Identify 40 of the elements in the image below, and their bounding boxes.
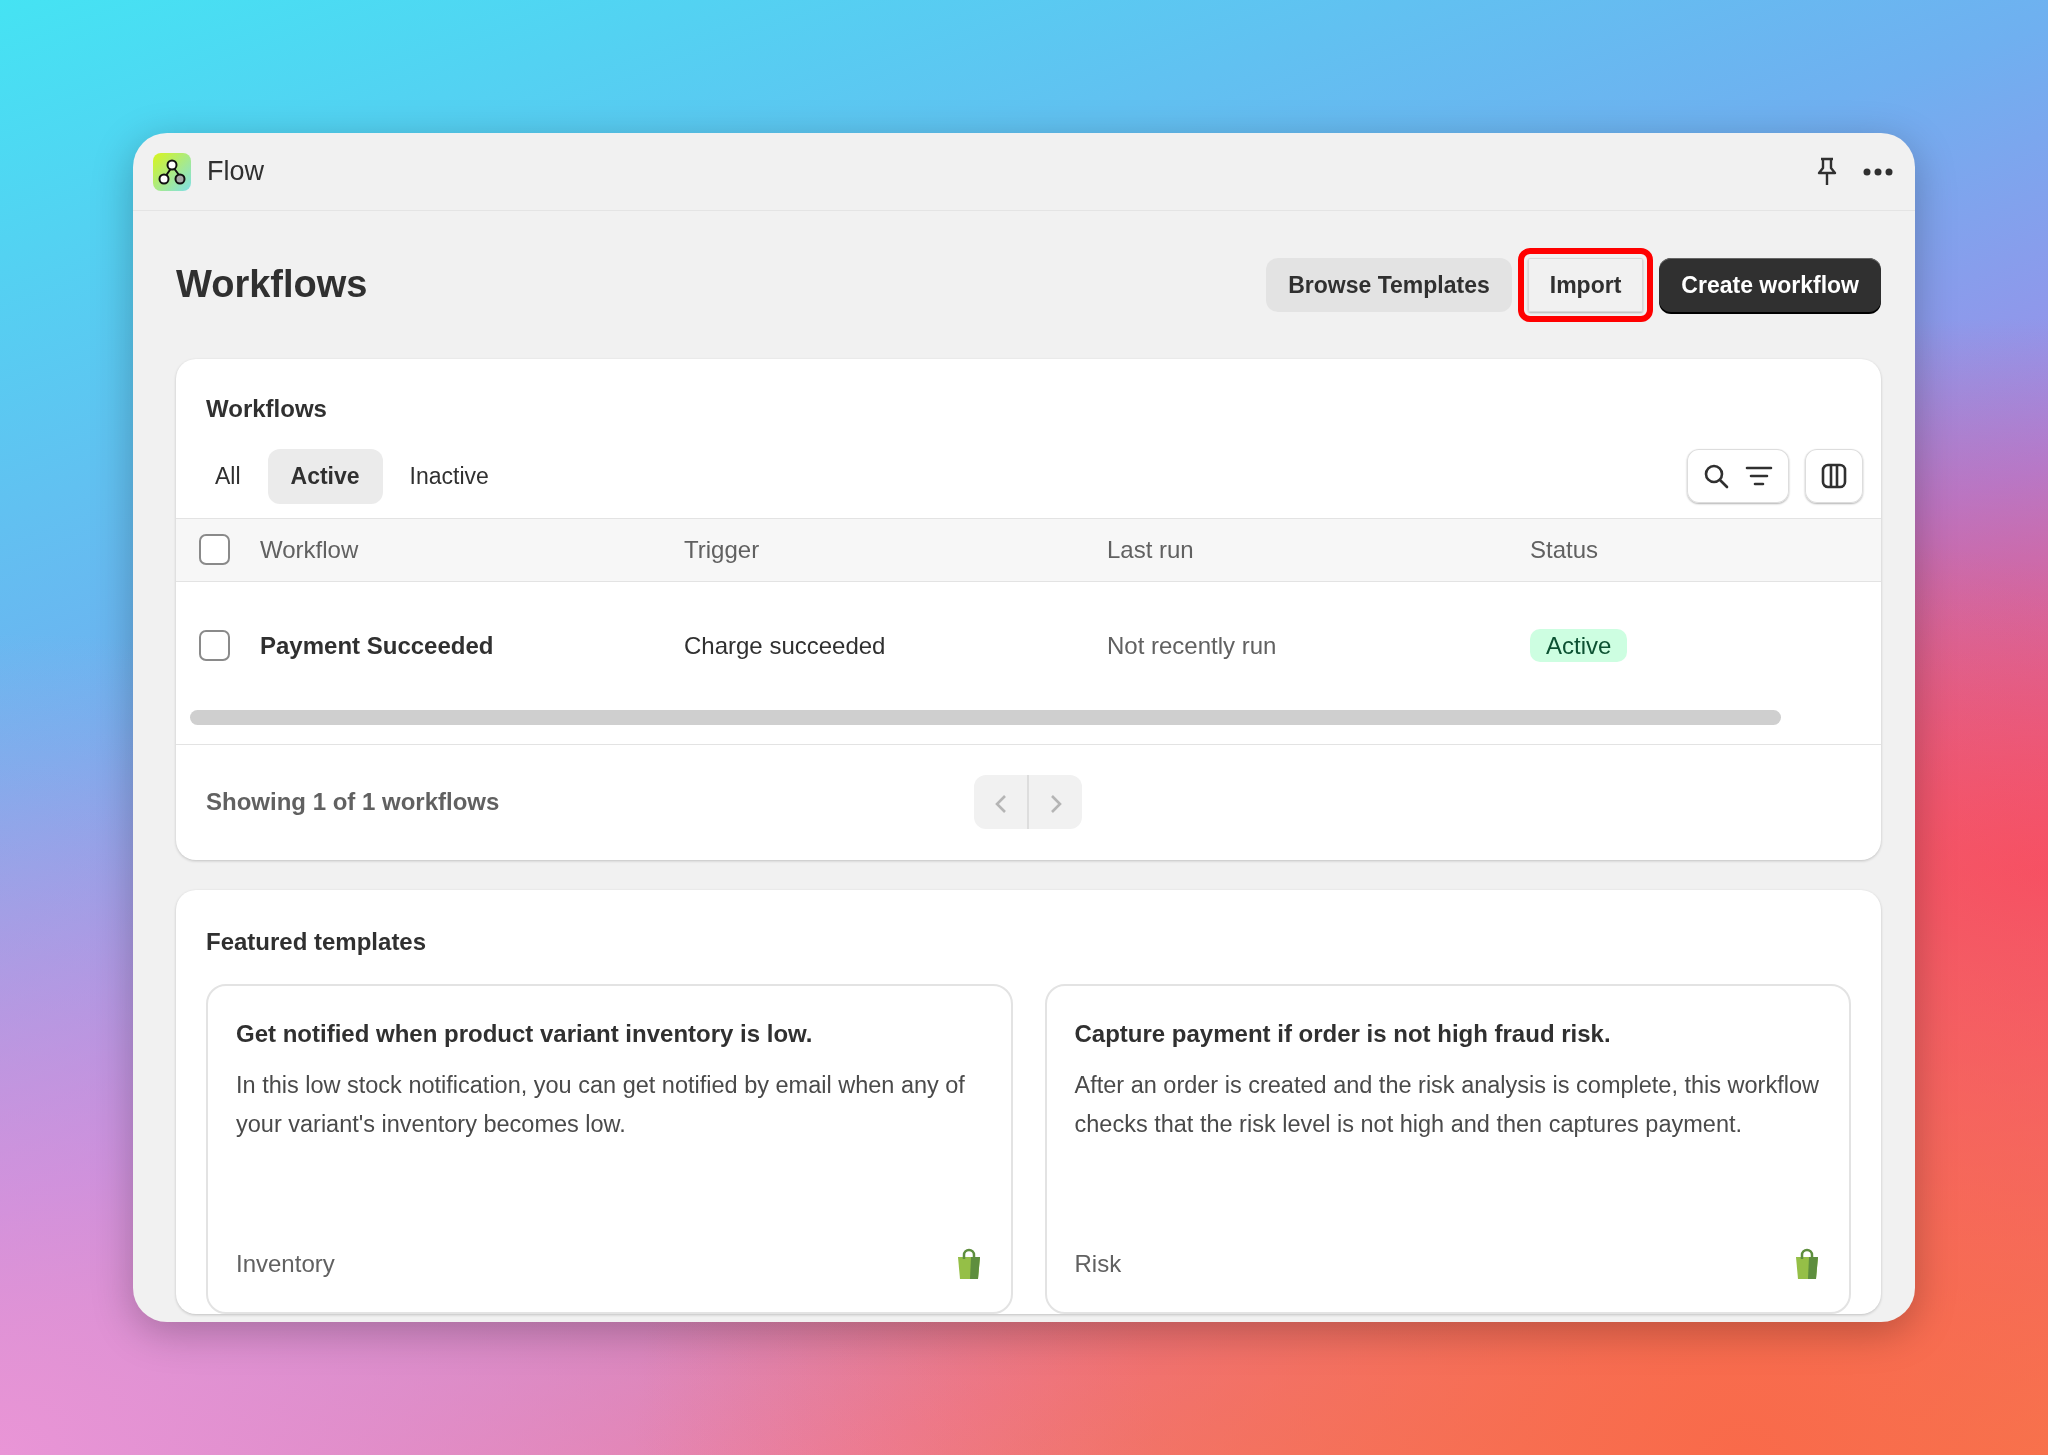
columns-button[interactable] [1805,449,1863,504]
app-logo-icon [153,152,191,191]
results-count: Showing 1 of 1 workflows [206,787,501,817]
scrollbar[interactable] [190,709,1781,725]
create-button[interactable]: Create workflow [1659,258,1881,312]
status-badge: Active [1530,628,1628,662]
template-category: Risk [1074,1248,1122,1279]
shopping-bag-icon [1793,1247,1821,1280]
page-title: Workflows [176,262,368,308]
checkbox[interactable] [199,630,230,661]
template-title: Get notified when product variant inventory is low. [236,1018,814,1049]
columns-icon [1821,463,1847,490]
app-title: Flow [207,155,264,189]
filter-tab[interactable]: All [192,449,264,504]
chevron-right-icon [1048,792,1063,815]
template-card[interactable]: Capture payment if order is not high fraud risk. After an order is created and the risk analysis is complete, this workflow checks that the risk level is not high and then captures payment. Risk [1044,983,1851,1314]
column-header: Workflow [260,534,359,565]
checkbox[interactable] [199,534,230,565]
template-title: Capture payment if order is not high fraud risk. [1074,1018,1612,1049]
search-filter-button[interactable] [1687,449,1789,504]
card-title: Workflows [206,394,328,424]
table-cell-text: Charge succeeded [684,630,886,661]
column-header: Trigger [684,534,760,565]
template-description: In this low stock notification, you can get notified by email when any of your variant's inventory becomes low. [236,1070,966,1139]
table-cell-text: Not recently run [1107,630,1277,661]
section-title: Featured templates [206,926,428,957]
chevron-left-icon [993,792,1008,815]
filter-tab[interactable]: Active [267,449,383,504]
action-button[interactable]: Browse Templates [1266,258,1512,312]
filter-tab[interactable]: Inactive [386,449,512,504]
workflow-name[interactable]: Payment Succeeded [260,627,494,664]
template-card[interactable]: Get notified when product variant inventory is low. In this low stock notification, you can get notified by email when any of your variant's inventory becomes low. Inventory [206,983,1013,1314]
template-description: After an order is created and the risk analysis is complete, this workflow checks that the risk level is not high and then captures payment. [1074,1070,1820,1139]
template-category: Inventory [236,1248,335,1279]
more-icon[interactable] [1863,167,1893,176]
column-header: Status [1530,534,1599,565]
pin-icon[interactable] [1815,156,1839,187]
column-header: Last run [1107,534,1194,565]
search-icon [1703,463,1729,490]
filter-icon [1745,466,1773,487]
